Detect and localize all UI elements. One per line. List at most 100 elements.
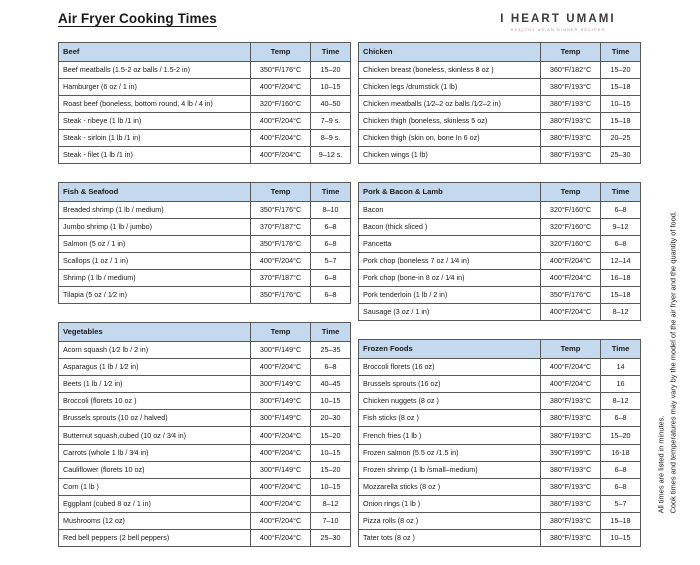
food-item-cell: Corn (1 lb ): [58, 477, 251, 496]
table-category-header: Fish & Seafood: [58, 182, 251, 202]
time-cell: 15–20: [310, 60, 351, 79]
right-column: Chicken Temp Time Chicken breast (bonele…: [358, 42, 641, 565]
table-row: Beets (1 lb / 1⁄2 in) 300°F/149°C 40–45: [58, 375, 351, 394]
table-row: French fries (1 lb ) 380°F/193°C 15–20: [358, 426, 641, 445]
footnote-variance: Cook times and temperatures may vary by …: [668, 210, 678, 513]
table-row: Steak - ribeye (1 lb /1 in) 400°F/204°C 7–…: [58, 111, 351, 130]
table-row: Acorn squash (1⁄2 lb / 2 in) 300°F/149°C 2…: [58, 340, 351, 360]
table-row: Jumbo shrimp (1 lb / jumbo) 370°F/187°C 6–…: [58, 217, 351, 236]
table-pork: Pork & Bacon & Lamb Temp Time Bacon 320°F…: [358, 182, 641, 322]
food-item-cell: Steak - filet (1 lb /1 in): [58, 146, 251, 165]
food-item-cell: Asparagus (1 lb / 1⁄2 in): [58, 358, 251, 377]
table-header-row: Fish & Seafood Temp Time: [58, 182, 351, 202]
temperature-cell: 400°F/204°C: [250, 511, 311, 531]
food-item-cell: Pancetta: [358, 234, 541, 254]
table-category-header: Vegetables: [58, 322, 251, 342]
temperature-cell: 300°F/149°C: [250, 409, 311, 428]
temperature-cell: 380°F/193°C: [540, 426, 601, 445]
time-cell: 6–8: [310, 286, 351, 305]
food-item-cell: Chicken thigh (boneless, skinless 5 oz): [358, 111, 541, 130]
time-cell: 10–15: [310, 77, 351, 96]
time-cell: 8–12: [600, 303, 641, 322]
temperature-cell: 320°F/160°C: [250, 94, 311, 113]
time-cell: 8–12: [600, 392, 641, 411]
temperature-cell: 400°F/204°C: [250, 146, 311, 165]
table-row: Cauliflower (florets 10 oz) 300°F/149°C 15…: [58, 460, 351, 479]
table-header-row: Frozen Foods Temp Time: [358, 339, 641, 360]
table-body: Beef meatballs (1.5-2 oz balls / 1.5-2 i…: [58, 60, 351, 165]
table-row: Chicken wings (1 lb) 380°F/193°C 25–30: [358, 146, 641, 165]
table-row: Salmon (5 oz / 1 in) 350°F/176°C 6–8: [58, 234, 351, 254]
food-item-cell: Frozen salmon (5.5 oz /1.5 in): [358, 443, 541, 462]
time-cell: 6–8: [600, 234, 641, 254]
food-item-cell: Pork chop (boneless 7 oz / 1⁄4 in): [358, 252, 541, 271]
table-row: Hamburger (6 oz / 1 in) 400°F/204°C 10–15: [58, 77, 351, 96]
table-row: Butternut squash,cubed (10 oz / 3⁄4 in) 4…: [58, 426, 351, 445]
food-item-cell: Fish sticks (8 oz ): [358, 409, 541, 428]
table-row: Chicken breast (boneless, skinless 8 oz …: [358, 60, 641, 79]
temperature-cell: 380°F/193°C: [540, 529, 601, 548]
temperature-cell: 400°F/204°C: [250, 494, 311, 514]
temperature-cell: 380°F/193°C: [540, 111, 601, 130]
table-row: Fish sticks (8 oz ) 380°F/193°C 6–8: [358, 409, 641, 428]
time-column-header: Time: [600, 42, 641, 62]
temp-column-header: Temp: [250, 322, 311, 342]
temperature-cell: 380°F/193°C: [540, 392, 601, 411]
table-body: Broccoli florets (16 oz) 400°F/204°C 14 Bru…: [358, 358, 641, 548]
time-cell: 10–15: [310, 392, 351, 411]
temp-column-header: Temp: [540, 182, 601, 202]
table-body: Chicken breast (boneless, skinless 8 oz …: [358, 60, 641, 165]
time-cell: 10–15: [600, 94, 641, 113]
table-row: Brussels sprouts (10 oz / halved) 300°F/1…: [58, 409, 351, 428]
temperature-cell: 300°F/149°C: [250, 340, 311, 360]
food-item-cell: Onion rings (1 lb ): [358, 494, 541, 514]
time-cell: 40–45: [310, 375, 351, 394]
time-column-header: Time: [310, 182, 351, 202]
table-row: Frozen shrimp (1 lb /small–medium) 380°F/…: [358, 460, 641, 479]
table-row: Sausage (3 oz / 1 in) 400°F/204°C 8–12: [358, 303, 641, 322]
time-column-header: Time: [600, 339, 641, 360]
time-cell: 7–10: [310, 511, 351, 531]
time-cell: 6–8: [310, 269, 351, 288]
time-cell: 6–8: [310, 217, 351, 236]
table-row: Chicken thigh (boneless, skinless 5 oz) 3…: [358, 111, 641, 130]
temperature-cell: 400°F/204°C: [250, 529, 311, 548]
time-cell: 25–30: [600, 146, 641, 165]
food-item-cell: Chicken thigh (skin on, bone In 6 oz): [358, 128, 541, 148]
table-row: Mozzarella sticks (8 oz ) 380°F/193°C 6–8: [358, 477, 641, 496]
time-cell: 40–50: [310, 94, 351, 113]
time-cell: 8–12: [310, 494, 351, 514]
food-item-cell: Shrimp (1 lb / medium): [58, 269, 251, 288]
table-row: Red bell peppers (2 bell peppers) 400°F/2…: [58, 529, 351, 548]
temperature-cell: 360°F/182°C: [540, 60, 601, 79]
temperature-cell: 400°F/204°C: [540, 375, 601, 394]
food-item-cell: Carrots (whole 1 lb / 3⁄4 in): [58, 443, 251, 462]
table-header-row: Pork & Bacon & Lamb Temp Time: [358, 182, 641, 202]
temperature-cell: 390°F/199°C: [540, 443, 601, 462]
table-header-row: Beef Temp Time: [58, 42, 351, 62]
temp-column-header: Temp: [250, 42, 311, 62]
food-item-cell: Frozen shrimp (1 lb /small–medium): [358, 460, 541, 479]
page-title: Air Fryer Cooking Times: [58, 11, 217, 26]
food-item-cell: Tilapia (5 oz / 1⁄2 in): [58, 286, 251, 305]
time-cell: 25–30: [310, 529, 351, 548]
time-cell: 9–12: [600, 217, 641, 236]
table-row: Onion rings (1 lb ) 380°F/193°C 5–7: [358, 494, 641, 514]
time-cell: 15–20: [310, 426, 351, 445]
table-row: Roast beef (boneless, bottom round, 4 lb…: [58, 94, 351, 113]
table-row: Pork tenderloin (1 lb / 2 in) 350°F/176°C…: [358, 286, 641, 305]
table-row: Chicken legs /drumstick (1 lb) 380°F/193°…: [358, 77, 641, 96]
food-item-cell: Butternut squash,cubed (10 oz / 3⁄4 in): [58, 426, 251, 445]
food-item-cell: Broccoli (florets 10 oz ): [58, 392, 251, 411]
time-cell: 15–18: [600, 286, 641, 305]
temp-column-header: Temp: [540, 42, 601, 62]
temperature-cell: 380°F/193°C: [540, 146, 601, 165]
table-category-header: Beef: [58, 42, 251, 62]
temperature-cell: 380°F/193°C: [540, 477, 601, 496]
food-item-cell: Chicken legs /drumstick (1 lb): [358, 77, 541, 96]
time-column-header: Time: [310, 322, 351, 342]
table-row: Scallops (1 oz / 1 in) 400°F/204°C 5–7: [58, 252, 351, 271]
time-cell: 6–8: [310, 234, 351, 254]
food-item-cell: Pizza rolls (8 oz ): [358, 511, 541, 531]
food-item-cell: Red bell peppers (2 bell peppers): [58, 529, 251, 548]
